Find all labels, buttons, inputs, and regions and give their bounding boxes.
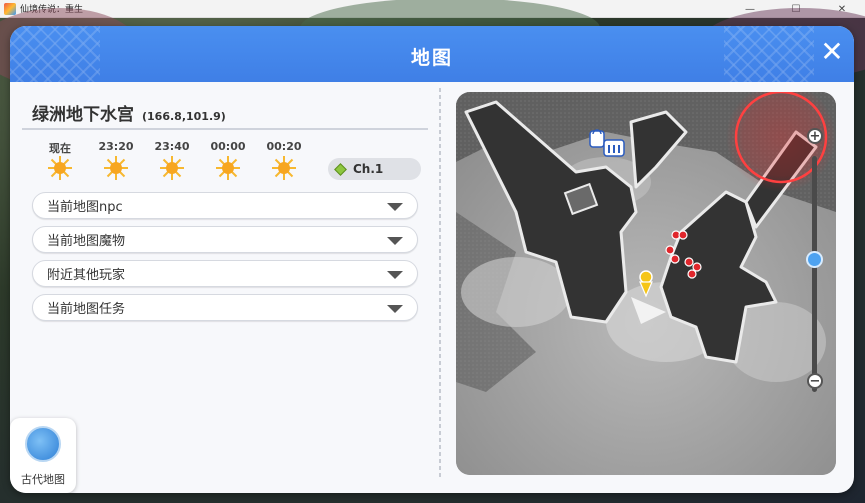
ancient-map-button[interactable]: 古代地图 xyxy=(10,418,76,493)
panel-divider xyxy=(439,88,441,480)
chevron-down-icon xyxy=(387,237,403,245)
close-icon: ✕ xyxy=(820,35,844,68)
sun-icon xyxy=(272,156,296,180)
weather-time: 现在 xyxy=(49,142,71,155)
bank-icon xyxy=(603,139,625,157)
channel-selector[interactable]: Ch.1 xyxy=(328,158,421,180)
weather-forecast: 现在 23:20 23:40 00:00 00:20 xyxy=(32,140,312,180)
ancient-map-label: 古代地图 xyxy=(21,473,65,486)
map-dialog: 地图 ✕ 绿洲地下水宫 (166.8,101.9) 现在 23:20 23:40… xyxy=(10,26,854,493)
accordion-quests[interactable]: 当前地图任务 xyxy=(32,294,418,321)
location-coordinates: (166.8,101.9) xyxy=(142,110,226,123)
accordion-monsters[interactable]: 当前地图魔物 xyxy=(32,226,418,253)
accordion-label: 当前地图npc xyxy=(47,200,123,215)
channel-label: Ch.1 xyxy=(353,162,384,176)
accordion-label: 附近其他玩家 xyxy=(47,268,126,283)
zoom-out-button[interactable]: − xyxy=(807,373,823,389)
weather-item: 00:20 xyxy=(256,140,312,180)
location-name: 绿洲地下水宫 xyxy=(32,105,134,125)
app-icon xyxy=(4,2,16,15)
weather-item: 00:00 xyxy=(200,140,256,180)
minimap-canvas xyxy=(456,92,836,475)
weather-item: 23:20 xyxy=(88,140,144,180)
location-header: 绿洲地下水宫 (166.8,101.9) xyxy=(22,94,428,130)
accordion-npc[interactable]: 当前地图npc xyxy=(32,192,418,219)
zoom-in-button[interactable]: + xyxy=(807,128,823,144)
zoom-slider-handle[interactable] xyxy=(806,251,823,268)
accordion-label: 当前地图魔物 xyxy=(47,234,126,249)
close-button[interactable]: ✕ xyxy=(818,38,846,67)
weather-time: 00:00 xyxy=(210,140,246,153)
sun-icon xyxy=(104,156,128,180)
weather-item: 23:40 xyxy=(144,140,200,180)
weather-time: 23:40 xyxy=(154,140,190,153)
dialog-title: 地图 xyxy=(410,47,453,69)
chevron-down-icon xyxy=(387,305,403,313)
plus-icon: + xyxy=(809,128,821,144)
sun-icon xyxy=(216,156,240,180)
sun-icon xyxy=(48,156,72,180)
sun-icon xyxy=(160,156,184,180)
globe-icon xyxy=(25,426,61,462)
minimap[interactable] xyxy=(456,92,836,475)
minus-icon: − xyxy=(809,373,821,389)
weather-time: 00:20 xyxy=(266,140,302,153)
zoom-slider-track[interactable] xyxy=(812,156,817,392)
channel-diamond-icon xyxy=(334,162,347,176)
dialog-header: 地图 ✕ xyxy=(10,26,854,82)
accordion-nearby-players[interactable]: 附近其他玩家 xyxy=(32,260,418,287)
chevron-down-icon xyxy=(387,203,403,211)
weather-time: 23:20 xyxy=(98,140,134,153)
shop-icon xyxy=(589,129,605,148)
weather-item: 现在 xyxy=(32,140,88,180)
accordion-label: 当前地图任务 xyxy=(47,302,126,317)
chevron-down-icon xyxy=(387,271,403,279)
